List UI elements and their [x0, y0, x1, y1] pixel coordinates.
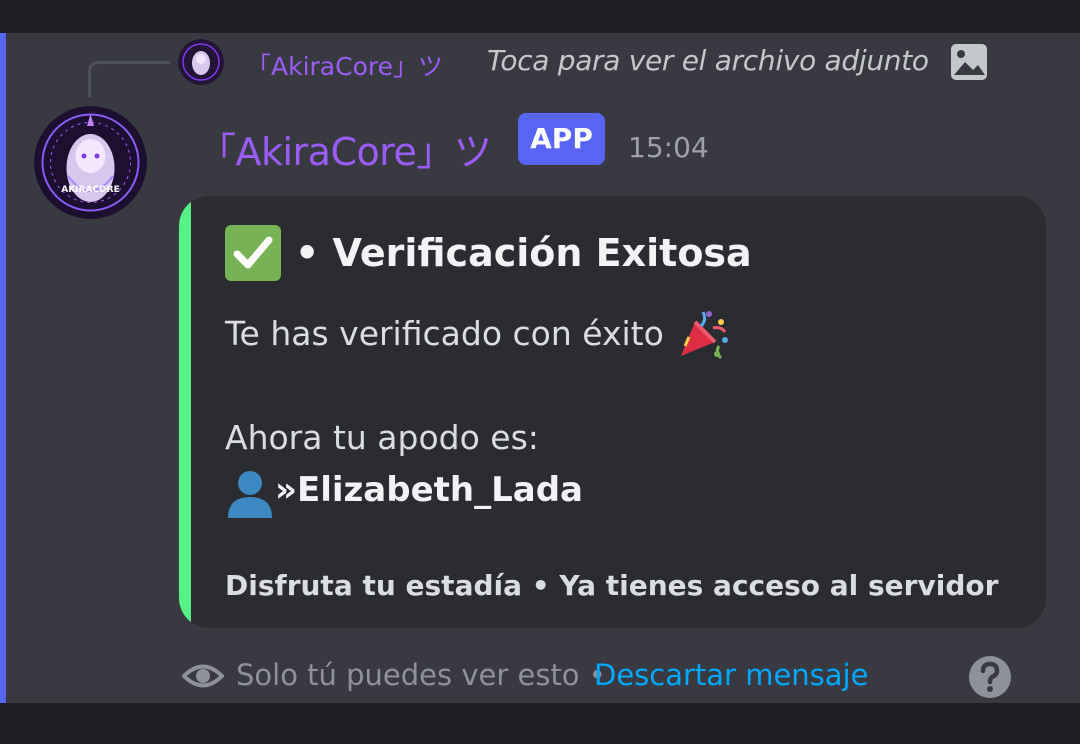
avatar-logo-text: AKIRACORE — [61, 185, 120, 195]
reply-author[interactable]: 「AkiraCore」ツ — [246, 47, 443, 83]
image-icon — [950, 43, 988, 81]
embed-nickname: »Elizabeth_Lada — [275, 470, 583, 510]
user-silhouette-icon — [223, 466, 277, 520]
help-icon[interactable] — [968, 655, 1012, 699]
embed-footer: Disfruta tu estadía • Ya tienes acceso a… — [225, 569, 999, 602]
dismiss-message-link[interactable]: Descartar mensaje — [594, 658, 868, 692]
reply-preview-text[interactable]: Toca para ver el archivo adjunto — [487, 44, 929, 77]
check-mark-icon — [225, 225, 281, 281]
app-badge: APP — [518, 113, 605, 165]
embed-card: • Verificación Exitosa Te has verificado… — [179, 196, 1046, 628]
reply-avatar[interactable] — [178, 39, 224, 85]
party-popper-icon — [675, 306, 731, 362]
ephemeral-notice: Solo tú puedes ver esto • — [236, 658, 606, 692]
embed-description-line: Te has verificado con éxito — [225, 314, 664, 353]
avatar[interactable]: AKIRACORE — [34, 106, 147, 219]
message-timestamp: 15:04 — [628, 131, 709, 164]
highlight-bar — [0, 33, 6, 703]
message-author[interactable]: 「AkiraCore」ツ — [198, 121, 492, 176]
embed-title: • Verificación Exitosa — [295, 231, 752, 275]
embed-border — [179, 196, 191, 628]
embed-nickname-label: Ahora tu apodo es: — [225, 418, 539, 457]
message-area: 「AkiraCore」ツ Toca para ver el archivo ad… — [0, 33, 1080, 703]
eye-icon — [181, 655, 225, 697]
reply-connector — [88, 61, 170, 97]
